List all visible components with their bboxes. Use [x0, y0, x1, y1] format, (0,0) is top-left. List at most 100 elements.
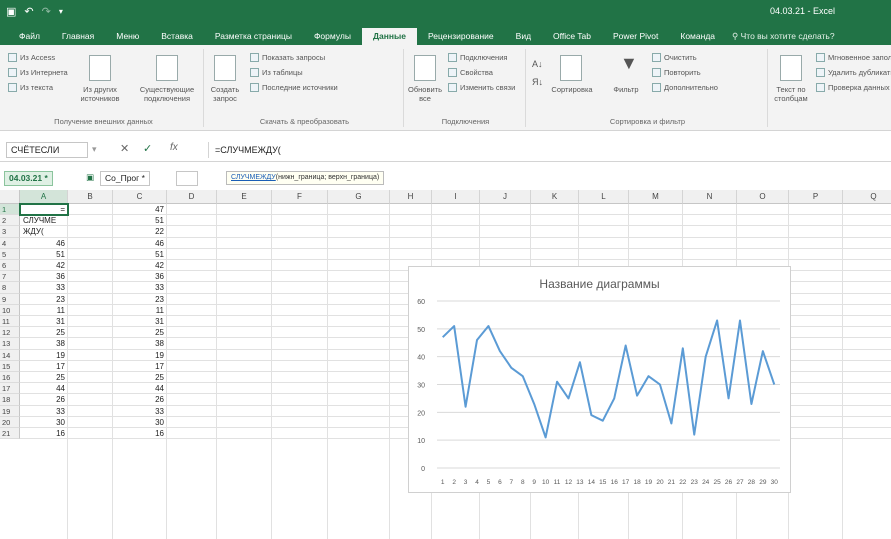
row-header-5[interactable]: 5 [0, 248, 20, 260]
reapply-button[interactable]: Повторить [652, 68, 701, 77]
column-header-h[interactable]: H [390, 190, 432, 204]
cell-c3[interactable]: 22 [113, 226, 167, 237]
column-header-a[interactable]: A [20, 190, 68, 204]
flash-fill-button[interactable]: Мгновенное заполнение [816, 53, 891, 62]
line-chart[interactable]: Название диаграммы 0 10 20 30 40 50 60 1 2 3 4 5 6 7 8… [408, 266, 791, 493]
cell-c18[interactable]: 26 [113, 394, 167, 405]
tab-view[interactable]: Вид [505, 28, 542, 45]
tab-page-layout[interactable]: Разметка страницы [204, 28, 303, 45]
row-header-19[interactable]: 19 [0, 405, 20, 417]
cell-c10[interactable]: 11 [113, 305, 167, 316]
column-header-l[interactable]: L [579, 190, 629, 204]
cell-c17[interactable]: 44 [113, 383, 167, 394]
tab-insert[interactable]: Вставка [150, 28, 204, 45]
cell-a16[interactable]: 25 [20, 372, 68, 383]
cell-a14[interactable]: 19 [20, 350, 68, 361]
text-to-columns-icon[interactable] [780, 55, 802, 81]
cell-a10[interactable]: 11 [20, 305, 68, 316]
new-query-icon[interactable] [214, 55, 236, 81]
cell-c12[interactable]: 25 [113, 327, 167, 338]
remove-duplicates-button[interactable]: Удалить дубликаты [816, 68, 891, 77]
cell-c19[interactable]: 33 [113, 406, 167, 417]
from-access-button[interactable]: Из Access [8, 53, 55, 62]
row-header-9[interactable]: 9 [0, 293, 20, 305]
cell-c4[interactable]: 46 [113, 238, 167, 249]
from-web-button[interactable]: Из Интернета [8, 68, 68, 77]
redo-icon[interactable]: ↷ [42, 5, 51, 19]
cell-c8[interactable]: 33 [113, 282, 167, 293]
row-header-18[interactable]: 18 [0, 394, 20, 406]
column-header-n[interactable]: N [683, 190, 737, 204]
row-header-4[interactable]: 4 [0, 237, 20, 249]
tab-formulas[interactable]: Формулы [303, 28, 362, 45]
row-header-17[interactable]: 17 [0, 383, 20, 395]
cell-a11[interactable]: 31 [20, 316, 68, 327]
column-header-k[interactable]: K [531, 190, 579, 204]
customize-icon[interactable]: ▾ [59, 5, 63, 19]
row-header-10[interactable]: 10 [0, 304, 20, 316]
properties-button[interactable]: Свойства [448, 68, 493, 77]
row-header-12[interactable]: 12 [0, 327, 20, 339]
row-header-21[interactable]: 21 [0, 428, 20, 440]
cell-a15[interactable]: 17 [20, 361, 68, 372]
cell-a8[interactable]: 33 [20, 282, 68, 293]
select-all-corner[interactable] [0, 190, 20, 204]
column-header-c[interactable]: C [113, 190, 167, 204]
cell-c20[interactable]: 30 [113, 417, 167, 428]
cell-c14[interactable]: 19 [113, 350, 167, 361]
column-header-i[interactable]: I [432, 190, 480, 204]
sheet-tab-active[interactable]: 04.03.21 * [4, 171, 53, 186]
undo-icon[interactable]: ↶ [24, 5, 33, 19]
cell-c11[interactable]: 31 [113, 316, 167, 327]
insert-function-icon[interactable]: fx [170, 142, 178, 153]
cell-a17[interactable]: 44 [20, 383, 68, 394]
cell-a2[interactable]: СЛУЧМЕ [20, 215, 68, 226]
tab-power-pivot[interactable]: Power Pivot [602, 28, 669, 45]
row-header-3[interactable]: 3 [0, 226, 20, 238]
cell-a7[interactable]: 36 [20, 271, 68, 282]
column-header-e[interactable]: E [217, 190, 272, 204]
column-header-f[interactable]: F [272, 190, 328, 204]
row-header-20[interactable]: 20 [0, 416, 20, 428]
cell-c9[interactable]: 23 [113, 294, 167, 305]
cell-a1[interactable]: = [20, 204, 68, 215]
column-header-p[interactable]: P [789, 190, 843, 204]
column-header-b[interactable]: B [68, 190, 113, 204]
refresh-all-icon[interactable] [414, 55, 436, 81]
row-header-11[interactable]: 11 [0, 316, 20, 328]
data-validation-button[interactable]: Проверка данных [816, 83, 890, 92]
cell-a5[interactable]: 51 [20, 249, 68, 260]
row-header-6[interactable]: 6 [0, 260, 20, 272]
sort-icon[interactable] [560, 55, 582, 81]
tab-data[interactable]: Данные [361, 28, 418, 45]
sheet-tab-new[interactable] [176, 171, 198, 186]
cell-a3[interactable]: ЖДУ( [20, 226, 68, 237]
row-header-1[interactable]: 1 [0, 204, 20, 216]
sheet-tab-second[interactable]: Со_Прог * [100, 171, 150, 186]
cancel-icon[interactable]: ✕ [120, 142, 129, 155]
row-header-14[interactable]: 14 [0, 349, 20, 361]
cell-c21[interactable]: 16 [113, 428, 167, 439]
name-box-dropdown-icon[interactable]: ▾ [92, 144, 97, 155]
tab-file[interactable]: Файл [8, 28, 51, 45]
other-sources-icon[interactable] [89, 55, 111, 81]
cell-a21[interactable]: 16 [20, 428, 68, 439]
existing-connections-icon[interactable] [156, 55, 178, 81]
tab-review[interactable]: Рецензирование [417, 28, 505, 45]
tab-team[interactable]: Команда [669, 28, 726, 45]
cell-c15[interactable]: 17 [113, 361, 167, 372]
sort-za-icon[interactable]: Я↓ [532, 77, 543, 87]
row-header-15[interactable]: 15 [0, 360, 20, 372]
save-icon[interactable]: ▣ [6, 5, 16, 19]
show-queries-button[interactable]: Показать запросы [250, 53, 325, 62]
enter-icon[interactable]: ✓ [143, 142, 152, 155]
recent-sources-button[interactable]: Последние источники [250, 83, 338, 92]
column-header-q[interactable]: Q [843, 190, 891, 204]
tell-me-box[interactable]: ⚲ Что вы хотите сделать? [732, 28, 835, 45]
sort-az-icon[interactable]: A↓ [532, 59, 543, 69]
row-header-16[interactable]: 16 [0, 372, 20, 384]
column-header-j[interactable]: J [480, 190, 531, 204]
cell-c1[interactable]: 47 [113, 204, 167, 215]
row-header-7[interactable]: 7 [0, 271, 20, 283]
connections-button[interactable]: Подключения [448, 53, 507, 62]
